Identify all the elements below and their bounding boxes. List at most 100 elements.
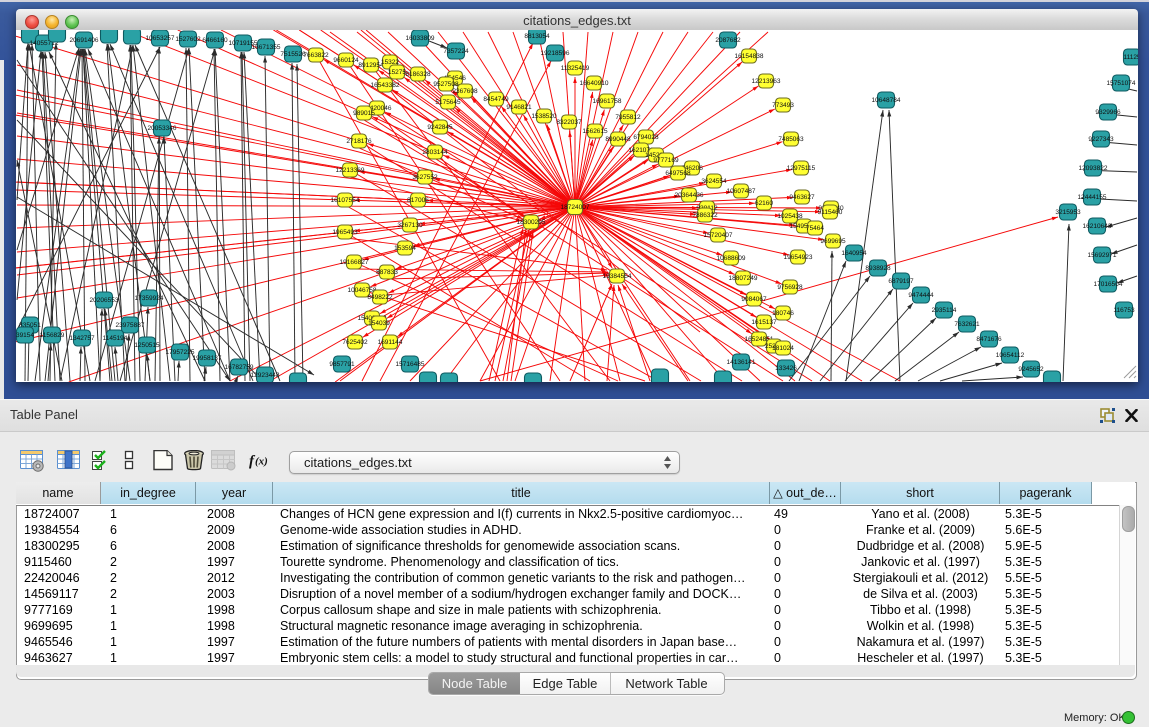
svg-text:1342757: 1342757 (69, 335, 95, 342)
svg-text:116753: 116753 (1113, 307, 1135, 314)
svg-text:20691406: 20691406 (70, 37, 99, 44)
svg-text:1691144: 1691144 (378, 339, 403, 346)
svg-text:10688609: 10688609 (717, 255, 746, 262)
svg-text:12923448: 12923448 (251, 372, 280, 379)
svg-text:15275: 15275 (388, 69, 406, 76)
svg-text:23975887: 23975887 (116, 322, 145, 329)
svg-text:12093822: 12093822 (1079, 165, 1108, 172)
svg-text:17016504: 17016504 (1094, 281, 1123, 288)
svg-text:12213369: 12213369 (336, 167, 365, 174)
svg-text:14136141: 14136141 (727, 359, 756, 366)
svg-text:9777169: 9777169 (653, 157, 679, 164)
svg-text:7886322: 7886322 (692, 212, 718, 219)
svg-text:16640910: 16640910 (580, 80, 609, 87)
svg-text:8938928: 8938928 (865, 265, 891, 272)
svg-text:9245652: 9245652 (1018, 366, 1044, 373)
svg-text:1250515: 1250515 (134, 342, 160, 349)
svg-text:2803144: 2803144 (422, 149, 448, 156)
svg-text:3627552: 3627552 (412, 174, 438, 181)
svg-text:7625402: 7625402 (342, 339, 368, 346)
svg-text:16033809: 16033809 (406, 35, 435, 42)
svg-text:9857791: 9857791 (329, 361, 355, 368)
svg-text:10653257: 10653257 (146, 35, 175, 42)
svg-text:773493: 773493 (772, 102, 794, 109)
svg-text:9756928: 9756928 (777, 284, 803, 291)
svg-text:19218596: 19218596 (541, 50, 570, 57)
svg-text:18807249: 18807249 (729, 275, 758, 282)
svg-text:8471676: 8471676 (976, 336, 1002, 343)
svg-text:7955812: 7955812 (615, 114, 641, 121)
svg-text:5175645: 5175645 (435, 99, 461, 106)
svg-text:8454749: 8454749 (483, 96, 509, 103)
svg-text:19166827: 19166827 (340, 259, 369, 266)
svg-text:9227343: 9227343 (1088, 136, 1114, 143)
svg-text:16782759: 16782759 (225, 364, 254, 371)
svg-text:1562615: 1562615 (582, 128, 608, 135)
svg-text:2718176: 2718176 (346, 138, 372, 145)
svg-text:15692971: 15692971 (1088, 252, 1117, 259)
svg-text:62160: 62160 (755, 200, 773, 207)
svg-text:12444155: 12444155 (1078, 194, 1107, 201)
svg-text:11125: 11125 (1123, 54, 1138, 61)
svg-text:6497568: 6497568 (665, 170, 691, 177)
svg-text:7485063: 7485063 (778, 136, 804, 143)
svg-text:2367608: 2367608 (452, 88, 478, 95)
svg-text:16210643: 16210643 (1083, 223, 1112, 230)
svg-text:20206553: 20206553 (90, 297, 119, 304)
svg-text:16671355: 16671355 (252, 44, 281, 51)
svg-text:12975115: 12975115 (787, 165, 816, 172)
svg-text:6466160: 6466160 (202, 37, 228, 44)
svg-text:1615137: 1615137 (751, 319, 777, 326)
svg-text:18724007: 18724007 (561, 204, 590, 211)
svg-text:10648784: 10648784 (872, 97, 901, 104)
svg-text:8322037: 8322037 (556, 119, 582, 126)
svg-text:7632621: 7632621 (954, 321, 980, 328)
svg-text:181024: 181024 (772, 345, 794, 352)
svg-text:8813054: 8813054 (524, 33, 550, 40)
svg-text:180746: 180746 (772, 310, 794, 317)
svg-text:9084067: 9084067 (741, 296, 767, 303)
svg-text:9474444: 9474444 (908, 292, 934, 299)
svg-text:19384554: 19384554 (603, 273, 632, 280)
svg-text:7515526: 7515526 (280, 51, 306, 58)
svg-text:16107554: 16107554 (331, 197, 360, 204)
svg-text:9527508: 9527508 (433, 81, 459, 88)
svg-text:19958137: 19958137 (193, 355, 222, 362)
svg-text:15720407: 15720407 (704, 232, 733, 239)
svg-text:3624554: 3624554 (701, 178, 727, 185)
svg-text:10607487: 10607487 (727, 188, 756, 195)
svg-text:11325419: 11325419 (561, 65, 590, 72)
svg-text:12213963: 12213963 (752, 78, 781, 85)
svg-text:(x): (x) (255, 456, 268, 468)
svg-text:817006: 817006 (407, 197, 429, 204)
svg-text:20364436: 20364436 (675, 192, 704, 199)
svg-text:15716485: 15716485 (396, 361, 425, 368)
svg-text:153594: 153594 (394, 245, 416, 252)
svg-text:1965493: 1965493 (332, 229, 358, 236)
svg-text:1145194: 1145194 (103, 335, 128, 342)
svg-text:39154: 39154 (16, 332, 34, 339)
svg-text:8186328: 8186328 (405, 71, 431, 78)
svg-text:3267130: 3267130 (397, 222, 423, 229)
svg-text:989015: 989015 (353, 110, 375, 117)
svg-text:3215953: 3215953 (1055, 209, 1081, 216)
svg-text:9329966: 9329966 (1095, 109, 1121, 116)
svg-text:15751074: 15751074 (1107, 80, 1136, 87)
svg-text:9146821: 9146821 (506, 104, 532, 111)
svg-text:6879197: 6879197 (888, 278, 914, 285)
svg-text:7357224: 7357224 (443, 48, 469, 55)
svg-text:9242845: 9242845 (427, 124, 453, 131)
svg-text:8498222: 8498222 (367, 294, 393, 301)
svg-text:1538520: 1538520 (531, 113, 557, 120)
svg-text:2935114: 2935114 (932, 307, 957, 314)
svg-text:16961758: 16961758 (593, 98, 622, 105)
svg-text:154039: 154039 (368, 320, 390, 327)
svg-text:16543382: 16543382 (371, 82, 400, 89)
svg-text:75464: 75464 (806, 225, 824, 232)
svg-text:17359924: 17359924 (135, 295, 164, 302)
svg-text:9660124: 9660124 (333, 57, 359, 64)
svg-text:18300295: 18300295 (517, 219, 546, 226)
svg-text:1527602: 1527602 (175, 36, 201, 43)
svg-text:8990448: 8990448 (605, 136, 631, 143)
svg-text:17957225: 17957225 (166, 349, 195, 356)
